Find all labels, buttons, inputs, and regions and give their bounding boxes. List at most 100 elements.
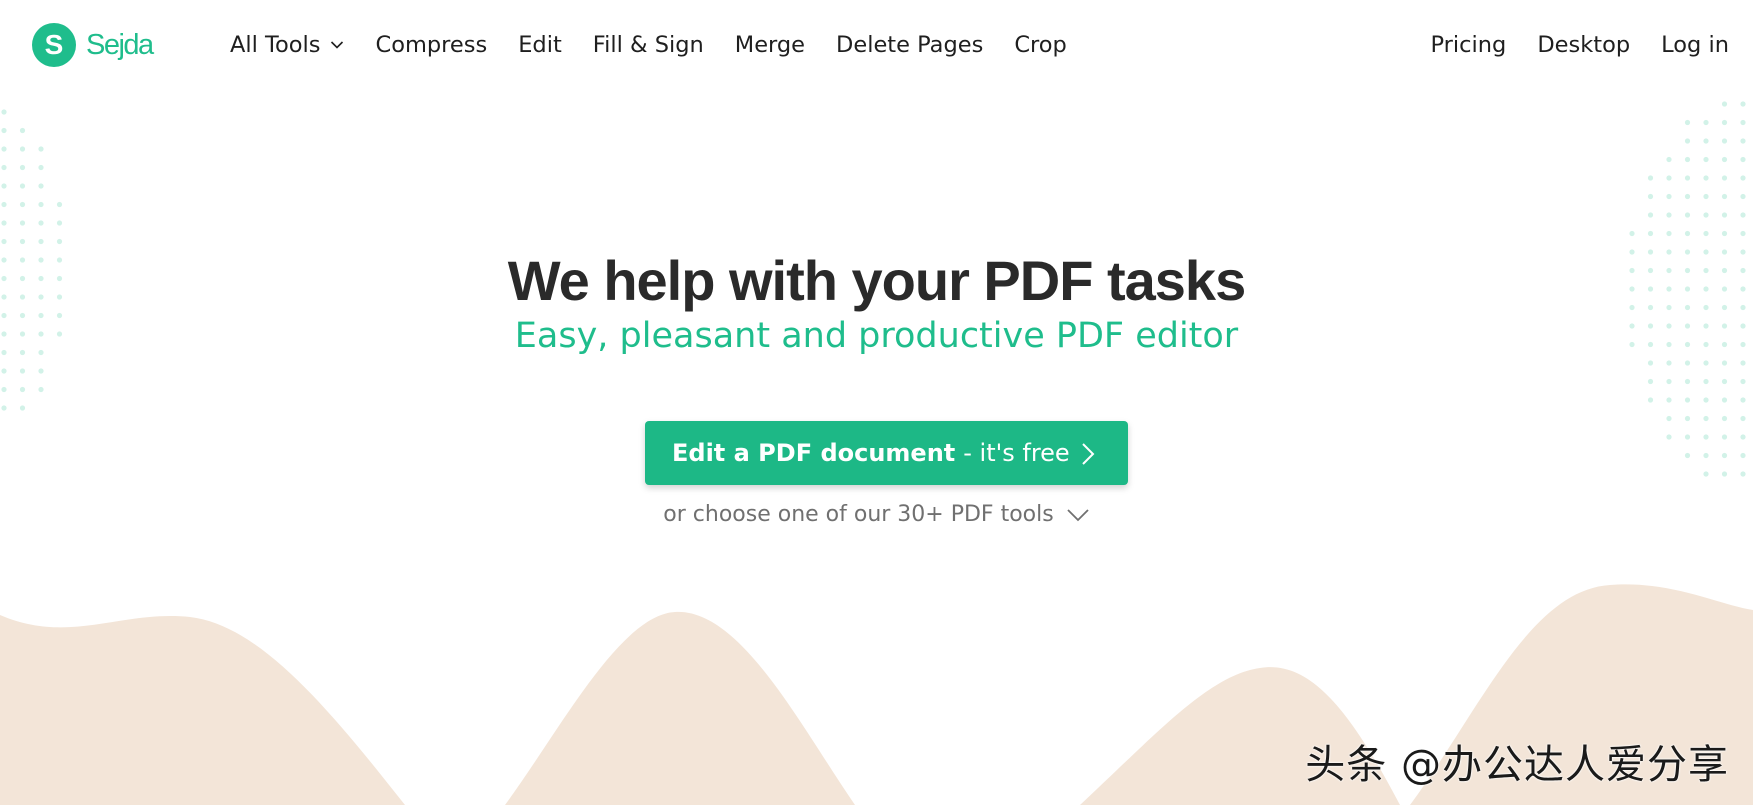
decorative-dot	[1721, 452, 1728, 459]
decorative-dot	[1666, 193, 1672, 200]
decorative-dot	[1703, 175, 1709, 181]
nav-merge[interactable]: Merge	[735, 32, 805, 58]
decorative-dot	[1, 386, 7, 393]
decorative-dot	[1721, 156, 1728, 163]
decorative-dot	[1, 183, 7, 189]
decorative-dot	[1721, 397, 1728, 403]
decorative-dot	[19, 183, 26, 189]
hero-title: We help with your PDF tasks	[507, 249, 1246, 312]
choose-tools-label: or choose one of our 30+ PDF tools	[663, 502, 1054, 527]
decorative-dot	[1721, 101, 1728, 107]
decorative-dot	[1740, 230, 1746, 237]
decorative-dot	[38, 386, 44, 393]
decorative-dot	[1666, 175, 1672, 181]
decorative-dot	[1740, 415, 1746, 422]
decorative-dot	[1721, 138, 1728, 144]
decorative-dot	[1740, 452, 1746, 459]
decorative-dot	[1703, 471, 1709, 477]
cta-strong-label: Edit a PDF document	[672, 439, 956, 467]
chevron-down-icon	[1067, 508, 1089, 521]
decorative-dot	[1666, 434, 1672, 440]
decorative-dot	[38, 164, 44, 171]
decorative-dot	[19, 220, 26, 226]
nav-compress[interactable]: Compress	[375, 32, 487, 58]
decorative-dot	[1703, 156, 1709, 163]
decorative-dot	[19, 238, 26, 245]
top-navigation: S Sejda All Tools Compress Edit Fill & S…	[0, 0, 1753, 92]
decorative-dot	[1740, 138, 1746, 144]
decorative-dot	[1703, 434, 1709, 440]
nav-crop[interactable]: Crop	[1014, 32, 1067, 58]
nav-all-tools-label: All Tools	[230, 32, 321, 58]
decorative-dot	[1721, 193, 1728, 200]
decorative-dot	[1666, 230, 1672, 237]
decorative-dot	[1703, 119, 1709, 126]
decorative-dot	[1703, 212, 1709, 218]
decorative-dot	[1666, 360, 1672, 366]
decorative-dot	[1647, 212, 1654, 218]
nav-fill-sign[interactable]: Fill & Sign	[593, 32, 704, 58]
decorative-dot	[1, 201, 7, 208]
decorative-dot	[1684, 415, 1691, 422]
nav-edit[interactable]: Edit	[518, 32, 562, 58]
decorative-dot	[1703, 397, 1709, 403]
decorative-dot	[1740, 378, 1746, 385]
sejda-logo-link[interactable]: S Sejda	[32, 23, 154, 67]
decorative-dot	[1684, 119, 1691, 126]
decorative-dot	[1, 405, 7, 411]
sejda-logo-icon: S	[32, 23, 76, 67]
decorative-dot	[1721, 471, 1728, 477]
decorative-dot	[19, 368, 26, 374]
choose-tools-link[interactable]: or choose one of our 30+ PDF tools	[0, 502, 1753, 527]
decorative-dot	[1629, 230, 1635, 237]
decorative-dot	[1740, 397, 1746, 403]
nav-login[interactable]: Log in	[1661, 32, 1729, 58]
decorative-dot	[1684, 360, 1691, 366]
decorative-dot	[1740, 193, 1746, 200]
decorative-dot	[19, 405, 26, 411]
decorative-dot	[56, 201, 63, 208]
decorative-dot	[1, 368, 7, 374]
decorative-dot	[1721, 119, 1728, 126]
nav-desktop[interactable]: Desktop	[1537, 32, 1630, 58]
decorative-dot	[56, 238, 63, 245]
decorative-dot	[19, 146, 26, 152]
decorative-dot	[1740, 212, 1746, 218]
decorative-dot	[1647, 378, 1654, 385]
decorative-dot	[1703, 415, 1709, 422]
primary-nav: All Tools Compress Edit Fill & Sign Merg…	[230, 22, 1098, 68]
decorative-dot	[1721, 230, 1728, 237]
decorative-dot	[38, 220, 44, 226]
nav-delete-pages[interactable]: Delete Pages	[836, 32, 983, 58]
decorative-dot	[1721, 415, 1728, 422]
decorative-dot	[1, 164, 7, 171]
decorative-dot	[56, 220, 63, 226]
logo-letter: S	[45, 29, 64, 60]
decorative-dot	[38, 368, 44, 374]
decorative-dot	[1684, 452, 1691, 459]
decorative-dot	[1666, 397, 1672, 403]
decorative-dot	[1740, 119, 1746, 126]
nav-all-tools[interactable]: All Tools	[230, 32, 344, 58]
decorative-dot	[1684, 212, 1691, 218]
decorative-dot	[1, 146, 7, 152]
decorative-dot	[1666, 212, 1672, 218]
decorative-dot	[1647, 230, 1654, 237]
decorative-dot	[1740, 434, 1746, 440]
hero-subtitle: Easy, pleasant and productive PDF editor	[514, 316, 1239, 356]
edit-pdf-button[interactable]: Edit a PDF document - it's free	[645, 421, 1128, 485]
decorative-dot	[1703, 378, 1709, 385]
nav-pricing[interactable]: Pricing	[1431, 32, 1507, 58]
decorative-dot	[1703, 193, 1709, 200]
decorative-dot	[19, 386, 26, 393]
decorative-dot	[1684, 175, 1691, 181]
decorative-dot	[1684, 138, 1691, 144]
decorative-dot	[1684, 397, 1691, 403]
decorative-dot	[1721, 434, 1728, 440]
decorative-dot	[1, 220, 7, 226]
secondary-nav: Pricing Desktop Log in	[1400, 22, 1730, 68]
chevron-down-icon	[331, 41, 344, 49]
decorative-dot	[1703, 452, 1709, 459]
decorative-dot	[1703, 138, 1709, 144]
decorative-dot	[1647, 397, 1654, 403]
